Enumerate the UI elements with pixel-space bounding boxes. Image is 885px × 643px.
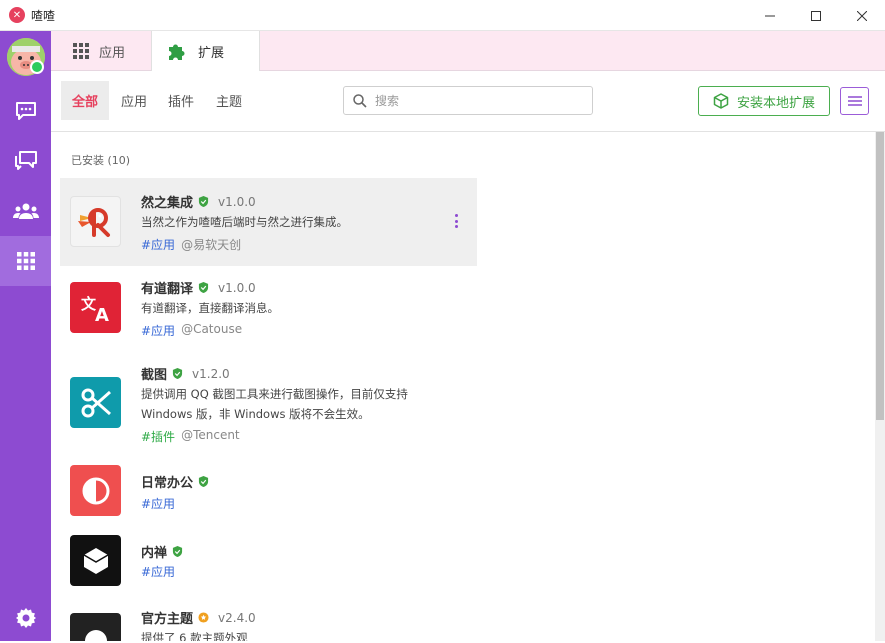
sidebar-item-chat[interactable]: [0, 86, 51, 136]
extension-description: 有道翻译，直接翻译消息。: [141, 301, 279, 315]
half-circle-icon: [70, 465, 121, 516]
tab-bar: 应用 扩展: [51, 31, 885, 72]
package-box-icon: [713, 93, 729, 109]
chat-bubble-icon: [15, 102, 36, 120]
search-input[interactable]: [375, 93, 575, 108]
sidebar-item-contacts[interactable]: [0, 186, 51, 236]
close-button[interactable]: [839, 0, 885, 31]
install-local-extension-button[interactable]: 安装本地扩展: [698, 86, 830, 116]
extension-author: @Tencent: [181, 428, 240, 442]
extension-tag[interactable]: #应用: [141, 236, 175, 253]
extension-tag[interactable]: #插件: [141, 428, 175, 445]
sidebar: [0, 31, 51, 641]
ranzhi-extension-icon: [70, 196, 121, 247]
extension-name: 截图: [141, 368, 168, 383]
extension-version: v1.0.0: [218, 194, 256, 209]
list-item[interactable]: 内禅 #应用: [60, 530, 477, 600]
window-controls: [747, 0, 885, 31]
extension-name: 然之集成: [141, 196, 194, 211]
scissors-icon: [70, 377, 121, 428]
verified-shield-icon: [172, 368, 183, 379]
list-item[interactable]: 然之集成 v1.0.0 当然之作为喳喳后端时与然之进行集成。 #应用 @易软天创: [60, 178, 477, 266]
more-dot: [454, 214, 458, 217]
verified-shield-icon: [198, 282, 209, 293]
puzzle-icon: [169, 44, 185, 60]
search-icon: [353, 93, 367, 108]
official-badge-icon: [198, 612, 209, 623]
extension-author: @Catouse: [181, 322, 243, 336]
extension-description: 提供了 6 款主题外观: [141, 631, 248, 641]
more-options-button[interactable]: [451, 212, 461, 230]
extension-author: @易软天创: [181, 238, 242, 252]
list-item[interactable]: 截图 v1.2.0 提供调用 QQ 截图工具来进行截图操作，目前仅支持 Wind…: [60, 352, 477, 460]
tab-apps[interactable]: 应用: [51, 31, 151, 71]
filter-bar: 全部 应用 插件 主题 安装本地扩展: [51, 71, 885, 132]
extension-name: 官方主题: [141, 612, 194, 627]
extension-name: 内禅: [141, 546, 168, 561]
extension-list: 已安装 (10) 然之集成 v1.0.0 当然之作为喳喳后端时与然之进行集成。 …: [51, 132, 885, 641]
filter-all[interactable]: 全部: [61, 81, 109, 120]
svg-text:A: A: [95, 305, 109, 323]
search-box: [343, 86, 593, 115]
sidebar-item-apps[interactable]: [0, 236, 51, 286]
more-dot: [454, 219, 458, 223]
list-item[interactable]: 官方主题 v2.4.0 提供了 6 款主题外观: [60, 600, 477, 641]
maximize-button[interactable]: [793, 0, 839, 31]
filter-themes[interactable]: 主题: [212, 81, 246, 120]
tab-extensions[interactable]: 扩展: [151, 31, 260, 72]
minimize-button[interactable]: [747, 0, 793, 31]
menu-button[interactable]: [840, 87, 869, 115]
filter-apps[interactable]: 应用: [117, 81, 151, 120]
app-logo-icon: ✕: [9, 7, 25, 23]
installed-section-title: 已安装 (10): [71, 154, 131, 167]
list-item[interactable]: 文 A 有道翻译 v1.0.0 有道翻译，直接翻译消息。 #应用 @Catous…: [60, 266, 477, 352]
verified-shield-icon: [198, 476, 209, 487]
window-title: 喳喳: [31, 8, 56, 23]
maximize-icon: [811, 10, 821, 21]
conversations-icon: [14, 151, 37, 170]
group-users-icon: [12, 203, 39, 219]
filter-plugins[interactable]: 插件: [164, 81, 198, 120]
verified-shield-icon: [198, 196, 209, 207]
close-icon: [857, 10, 867, 21]
extension-name: 日常办公: [141, 476, 194, 491]
extension-tag[interactable]: #应用: [141, 563, 175, 580]
extension-version: v1.2.0: [192, 366, 230, 381]
extension-version: v1.0.0: [218, 280, 256, 295]
online-status-indicator: [30, 60, 44, 74]
verified-shield-icon: [172, 546, 183, 557]
extension-description: 提供调用 QQ 截图工具来进行截图操作，目前仅支持 Windows 版，非 Wi…: [141, 387, 408, 421]
sidebar-item-settings[interactable]: [0, 593, 51, 643]
extension-tag[interactable]: #应用: [141, 495, 175, 512]
extension-tag[interactable]: #应用: [141, 322, 175, 339]
extension-version: v2.4.0: [218, 610, 256, 625]
tab-apps-label: 应用: [99, 45, 126, 61]
theme-circle-icon: [70, 613, 121, 641]
scrollbar-thumb[interactable]: [876, 132, 884, 420]
translate-icon: 文 A: [70, 282, 121, 333]
cube-icon: [70, 535, 121, 586]
title-bar: ✕ 喳喳: [0, 0, 885, 31]
extension-description: 当然之作为喳喳后端时与然之进行集成。: [141, 215, 348, 229]
grid-icon: [73, 43, 89, 59]
hamburger-menu-icon: [847, 96, 862, 106]
list-item[interactable]: 日常办公 #应用: [60, 460, 477, 530]
more-dot: [454, 225, 458, 228]
tab-extensions-label: 扩展: [198, 46, 225, 61]
extension-name: 有道翻译: [141, 282, 194, 297]
gear-icon: [15, 608, 36, 628]
apps-grid-icon: [16, 252, 35, 270]
install-button-label: 安装本地扩展: [736, 95, 815, 111]
sidebar-item-conversations[interactable]: [0, 136, 51, 186]
minimize-icon: [765, 15, 775, 16]
